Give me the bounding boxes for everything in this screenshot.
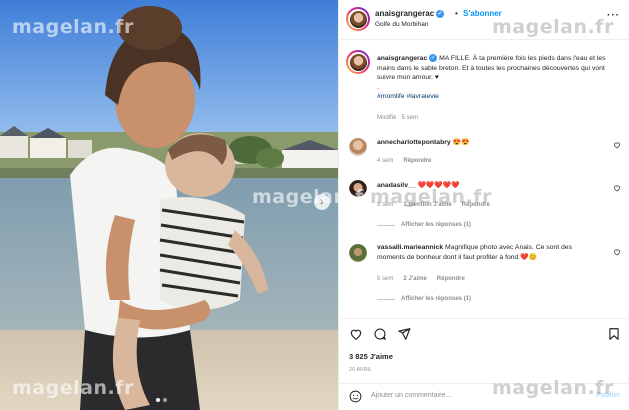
comment-time: 4 sem [377, 158, 394, 164]
caption-dot: . [377, 83, 379, 91]
comment-text-3: vassalli.marieannick Magnifique photo av… [377, 243, 599, 262]
add-comment-input[interactable]: Ajouter un commentaire... [371, 392, 451, 399]
emoji-smile-icon[interactable] [349, 390, 362, 403]
post-actions: 3 825 J'aime 20 AVRIL Ajouter un comment… [339, 318, 629, 408]
replies-line [377, 298, 395, 300]
comment-username[interactable]: anadasilv__ [377, 182, 416, 189]
comment-likes-count[interactable]: 2 J'aime [403, 276, 426, 282]
follow-button[interactable]: S'abonner [463, 9, 502, 18]
carousel-dots [156, 398, 167, 402]
comment-text-1: annecharlottepontabry 😍😍 [377, 138, 599, 148]
header-username[interactable]: anaisgrangerac ✓ [375, 9, 445, 18]
comment-avatar[interactable] [349, 180, 367, 198]
comment-likes-count[interactable]: 1 mention J'aime [403, 202, 451, 208]
comment-avatar[interactable] [349, 244, 367, 262]
comment-time: 5 sem [377, 202, 394, 208]
comment-time: 5 sem [377, 276, 394, 282]
likes-count[interactable]: 3 825 J'aime [349, 352, 393, 361]
beach-photo [0, 0, 338, 410]
caption-meta: Modifié · 5 sem [377, 115, 419, 121]
more-horizontal-icon[interactable]: ··· [607, 10, 620, 21]
comment-username[interactable]: vassalli.marieannick [377, 244, 443, 251]
comment-like-heart-icon[interactable] [613, 141, 621, 149]
like-heart-icon[interactable] [349, 327, 363, 341]
carousel-dot [163, 398, 167, 402]
comment-bubble-icon[interactable] [373, 327, 387, 341]
comment-like-heart-icon[interactable] [613, 184, 621, 192]
comment-avatar[interactable] [349, 138, 367, 156]
comment-meta-1: 4 sem Répondre [377, 158, 431, 164]
save-bookmark-icon[interactable] [607, 327, 621, 341]
verified-badge-icon: ✓ [436, 9, 445, 18]
view-replies-button[interactable]: Afficher les réponses (1) [377, 222, 471, 228]
comment-body: 😍😍 [452, 139, 470, 146]
post-header: anaisgrangerac ✓ • S'abonner Golfe du Mor… [339, 0, 629, 40]
replies-line [377, 224, 395, 226]
comment-body: ❤️❤️❤️❤️❤️ [417, 182, 460, 189]
view-replies-button[interactable]: Afficher les réponses (1) [377, 296, 471, 302]
verified-badge-icon: ✓ [429, 54, 438, 63]
next-slide-button[interactable]: › [314, 194, 330, 210]
reply-button[interactable]: Répondre [403, 158, 431, 164]
comment-username[interactable]: annecharlottepontabry [377, 139, 451, 146]
reply-button[interactable]: Répondre [462, 202, 490, 208]
add-comment-bar: Ajouter un commentaire... Publier [339, 383, 629, 409]
post-side-panel: anaisgrangerac ✓ • S'abonner Golfe du Mor… [338, 0, 629, 410]
comment-like-heart-icon[interactable] [613, 248, 621, 256]
caption-avatar[interactable] [346, 50, 370, 74]
comment-meta-3: 5 sem 2 J'aime Répondre [377, 276, 465, 282]
reply-button[interactable]: Répondre [437, 276, 465, 282]
comment-text-2: anadasilv__ ❤️❤️❤️❤️❤️ [377, 181, 599, 191]
comment-meta-2: 5 sem 1 mention J'aime Répondre [377, 202, 490, 208]
share-send-icon[interactable] [397, 327, 411, 341]
post-photo[interactable]: › [0, 0, 338, 410]
view-replies-label[interactable]: Afficher les réponses (1) [401, 222, 471, 228]
instagram-post: › anaisgrangerac ✓ • S'abonner Golfe du M… [0, 0, 629, 410]
post-caption: anaisgrangerac ✓ MA FILLE. À ta première … [377, 54, 617, 102]
view-replies-label[interactable]: Afficher les réponses (1) [401, 296, 471, 302]
carousel-dot-active [156, 398, 160, 402]
caption-username[interactable]: anaisgrangerac [377, 55, 427, 62]
location-link[interactable]: Golfe du Morbihan [375, 21, 428, 28]
publish-button[interactable]: Publier [596, 392, 620, 399]
header-separator: • [455, 9, 458, 18]
caption-hashtags[interactable]: #momlife #lavraievie [377, 93, 439, 100]
username-text[interactable]: anaisgrangerac [375, 9, 434, 18]
post-date: 20 AVRIL [349, 367, 373, 373]
profile-avatar[interactable] [346, 7, 370, 31]
comments-section: anaisgrangerac ✓ MA FILLE. À ta première … [339, 40, 629, 320]
